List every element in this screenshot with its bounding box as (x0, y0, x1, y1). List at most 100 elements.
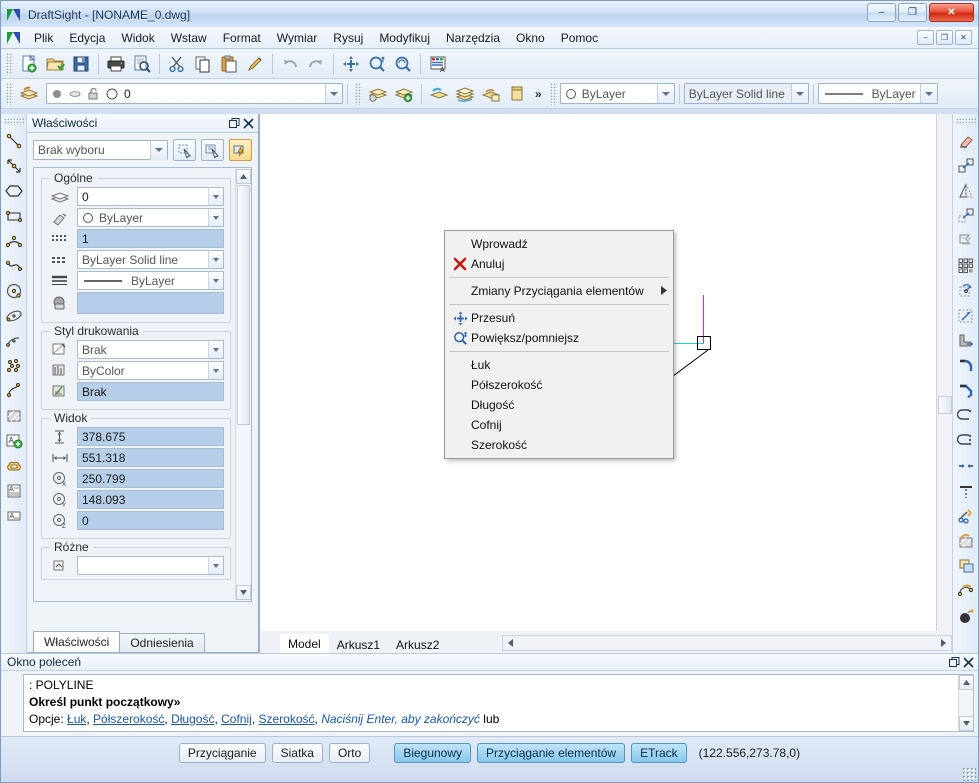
ellipse-arc-icon[interactable] (2, 328, 26, 353)
status-button-orto[interactable]: Orto (328, 742, 371, 763)
doc-minimize-button[interactable]: – (917, 30, 934, 45)
explode-icon[interactable] (954, 503, 978, 528)
pan-icon[interactable] (338, 51, 364, 76)
dropdown-arrow-icon[interactable] (208, 272, 223, 289)
doc-restore-button[interactable]: ❐ (936, 30, 953, 45)
context-item-anuluj[interactable]: Anuluj (445, 254, 673, 274)
close-icon[interactable] (961, 655, 975, 669)
bomb-icon[interactable] (954, 603, 978, 628)
hatch-icon[interactable] (2, 403, 26, 428)
selection-combo-arrow[interactable] (150, 140, 167, 160)
menu-edycja[interactable]: Edycja (61, 28, 113, 48)
context-menu[interactable]: Wprowadź Anuluj Zmiany Przyciągania elem… (444, 230, 674, 459)
status-button-siatka[interactable]: Siatka (271, 742, 323, 763)
dropdown-arrow-icon[interactable] (208, 341, 223, 358)
layer-previous-icon[interactable] (365, 81, 391, 106)
option-luk[interactable]: Łuk (67, 712, 86, 726)
join-icon[interactable] (954, 578, 978, 603)
rectangle-icon[interactable] (2, 203, 26, 228)
save-icon[interactable] (68, 51, 94, 76)
context-item-wprowadz[interactable]: Wprowadź (445, 234, 673, 254)
ellipse-icon[interactable] (2, 303, 26, 328)
lineweight-combo[interactable]: ByLayer (817, 83, 938, 104)
tab-model[interactable]: Model (280, 634, 329, 653)
center-y-field[interactable]: 148.093 (77, 490, 224, 509)
select-entities-icon[interactable] (201, 139, 224, 161)
quick-select-icon[interactable] (173, 139, 196, 161)
properties-scrollbar[interactable] (235, 169, 251, 600)
zoom-previous-icon[interactable] (390, 51, 416, 76)
toolbar-grip[interactable] (3, 118, 24, 125)
mirror-icon[interactable] (954, 178, 978, 203)
redo-icon[interactable] (303, 51, 329, 76)
format-painter-icon[interactable] (242, 51, 268, 76)
dropdown-arrow-icon[interactable] (208, 557, 223, 574)
option-polszerokosc[interactable]: Półszerokość (93, 712, 164, 726)
order-icon[interactable] (954, 553, 978, 578)
color-combo-arrow[interactable] (656, 84, 674, 103)
cloud-icon[interactable] (2, 453, 26, 478)
layer-new-icon[interactable] (391, 81, 417, 106)
toolbar-grip[interactable] (955, 118, 976, 125)
point-icon[interactable] (2, 353, 26, 378)
status-button-etrack[interactable]: ETrack (631, 742, 687, 763)
layer-manager-icon[interactable] (16, 81, 42, 106)
command-history[interactable]: : POLYLINE Określ punkt początkowy» Opcj… (23, 674, 974, 732)
zoom-icon[interactable] (364, 51, 390, 76)
status-button-biegunowy[interactable]: Biegunowy (394, 742, 472, 763)
paste-icon[interactable] (216, 51, 242, 76)
context-item-przesun[interactable]: Przesuń (445, 308, 673, 328)
center-z-field[interactable]: 0 (77, 511, 224, 530)
fillet-icon[interactable] (954, 353, 978, 378)
dropdown-arrow-icon[interactable] (208, 188, 223, 205)
layer-states-icon[interactable] (478, 81, 504, 106)
linescale-field[interactable]: 1 (77, 229, 224, 248)
offset-icon[interactable] (954, 228, 978, 253)
print-icon[interactable] (103, 51, 129, 76)
command-scrollbar[interactable] (958, 675, 973, 731)
scroll-up-button[interactable] (958, 675, 973, 690)
linestyle-combo[interactable]: ByLayer Solid line (683, 83, 809, 104)
canvas-horizontal-scrollbar[interactable] (502, 635, 952, 651)
linestyle-combo-arrow[interactable] (790, 84, 808, 103)
restore-icon[interactable] (227, 116, 241, 130)
center-x-field[interactable]: 250.799 (77, 469, 224, 488)
close-button[interactable]: ✕ (929, 3, 974, 22)
toolbar-grip[interactable] (355, 82, 362, 105)
copy-icon[interactable] (190, 51, 216, 76)
tab-arkusz1[interactable]: Arkusz1 (328, 636, 389, 653)
text-add-icon[interactable]: A (2, 428, 26, 453)
circle-icon[interactable] (2, 278, 26, 303)
menu-okno[interactable]: Okno (508, 28, 553, 48)
erase-icon[interactable] (954, 128, 978, 153)
printstyle-field[interactable]: Brak (77, 340, 224, 359)
split-at-point-icon[interactable] (954, 478, 978, 503)
polygon-icon[interactable] (2, 178, 26, 203)
scroll-right-button[interactable] (936, 636, 951, 650)
view-width-field[interactable]: 551.318 (77, 448, 224, 467)
menu-narzedzia[interactable]: Narzędzia (438, 28, 508, 48)
undo-icon[interactable] (277, 51, 303, 76)
context-item-szerokosc[interactable]: Szerokość (445, 435, 673, 455)
cut-icon[interactable] (164, 51, 190, 76)
rotate-icon[interactable] (954, 278, 978, 303)
layer-field[interactable]: 0 (77, 187, 224, 206)
layer-tools-icon[interactable] (504, 81, 530, 106)
maximize-button[interactable]: ❐ (898, 3, 927, 22)
properties-icon[interactable]: A (425, 51, 451, 76)
scroll-down-button[interactable] (958, 716, 973, 731)
layer-combo-arrow[interactable] (325, 84, 342, 103)
menu-widok[interactable]: Widok (113, 28, 162, 48)
menu-plik[interactable]: Plik (26, 28, 61, 48)
color-field[interactable]: ByLayer (77, 208, 224, 227)
color-combo[interactable]: ByLayer (559, 83, 675, 104)
resize-grip[interactable] (962, 767, 976, 781)
toolbar-overflow-button[interactable]: » (530, 87, 547, 101)
option-dlugosc[interactable]: Długość (171, 712, 214, 726)
context-item-polszerokosc[interactable]: Półszerokość (445, 375, 673, 395)
status-button-przyciaganie-elementow[interactable]: Przyciąganie elementów (477, 742, 626, 763)
menu-wymiar[interactable]: Wymiar (269, 28, 326, 48)
menu-modyfikuj[interactable]: Modyfikuj (371, 28, 438, 48)
open-folder-icon[interactable] (42, 51, 68, 76)
freehand-icon[interactable] (2, 378, 26, 403)
